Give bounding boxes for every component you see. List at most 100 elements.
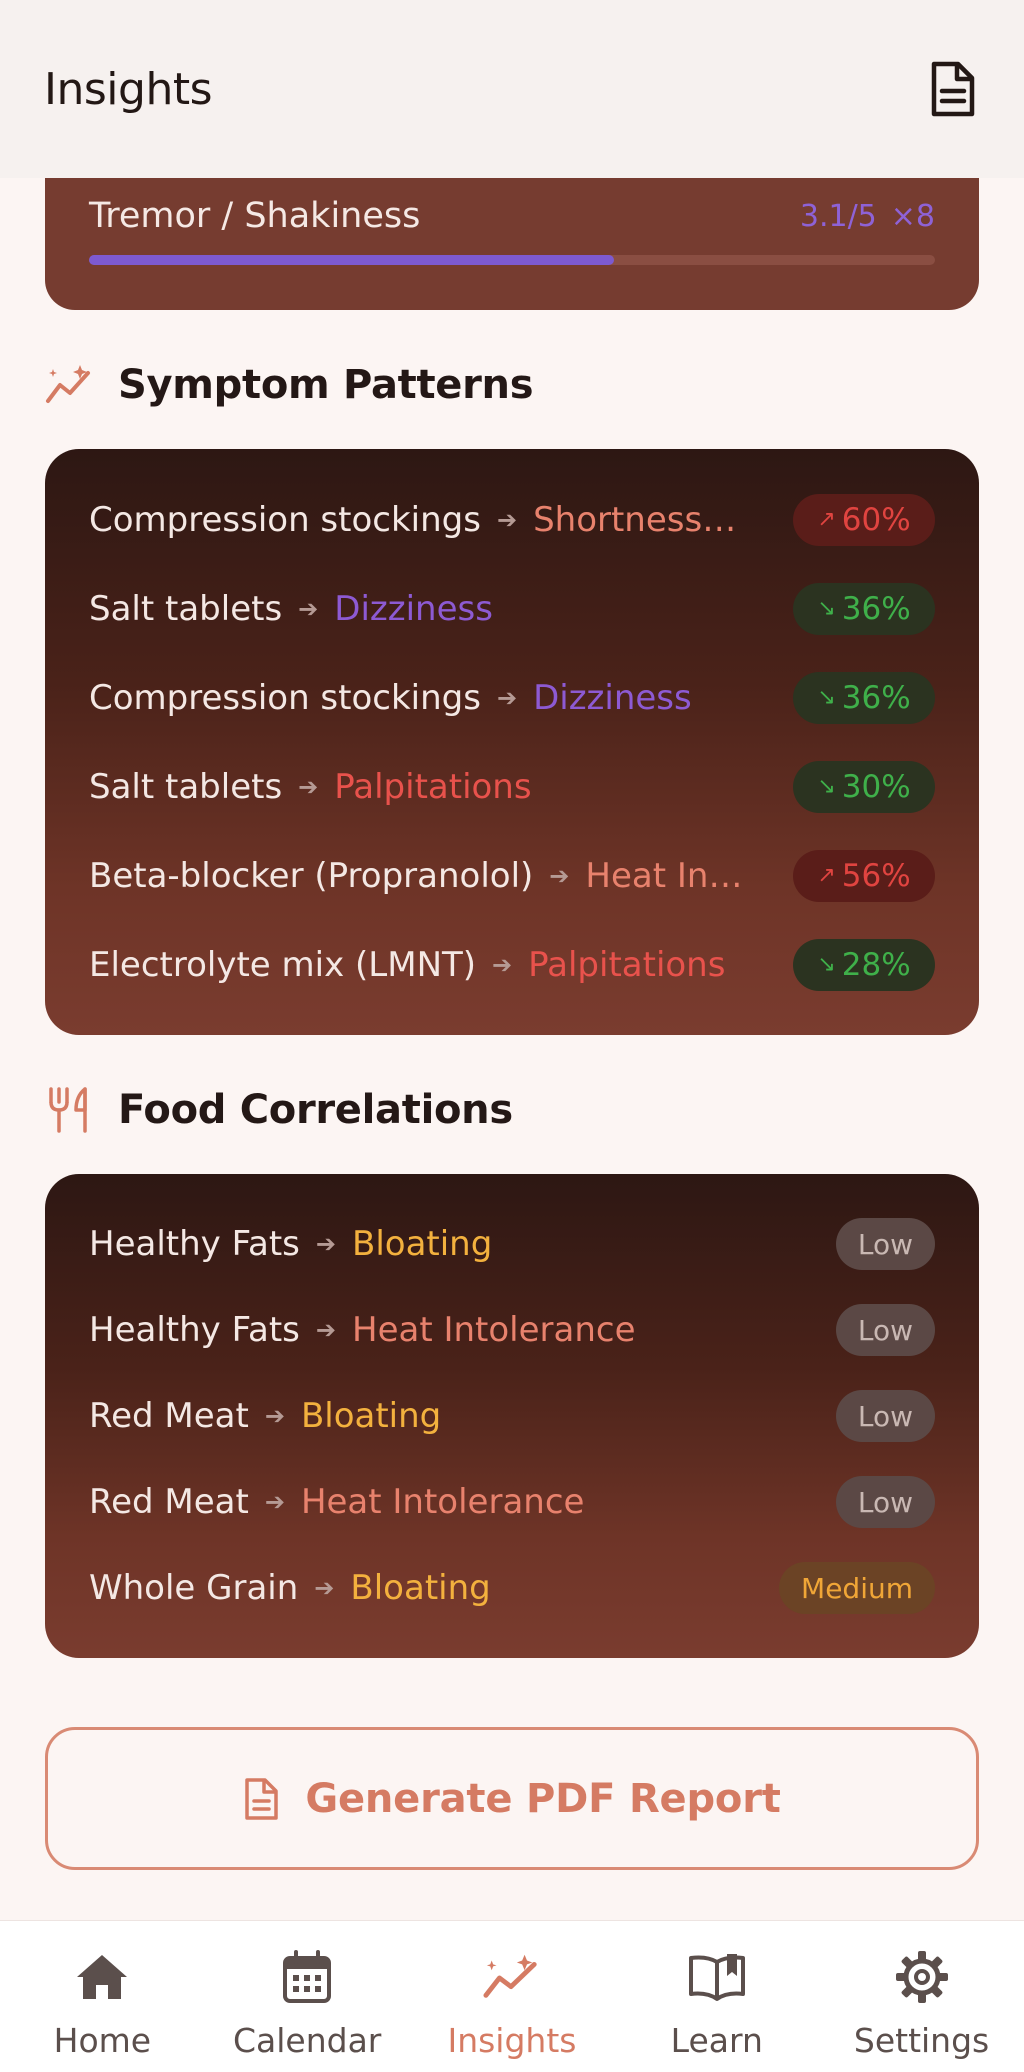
bottom-nav: Home Calendar Insights Learn Settings [0, 1920, 1024, 2072]
food-name: Healthy Fats [89, 1310, 300, 1350]
symptom-name: Shortness of breath [533, 499, 744, 540]
level-badge: Low [835, 1476, 935, 1528]
home-icon [72, 1949, 132, 2005]
arrow-right-icon: ➔ [315, 1230, 336, 1258]
correlation-value: 56% [841, 857, 911, 894]
fork-knife-icon [44, 1085, 94, 1135]
correlation-badge: ↗ 60% [793, 493, 935, 546]
trend-down-icon: ↘ [817, 596, 836, 621]
symptom-name: Bloating [300, 1396, 442, 1436]
symptom-name: Bloating [350, 1568, 491, 1608]
nav-label: Learn [670, 2021, 763, 2060]
symptom-name: Bloating [352, 1224, 493, 1264]
symptom-patterns-header: Symptom Patterns [44, 360, 534, 410]
medication-name: Electrolyte mix (LMNT) [89, 944, 477, 985]
correlation-badge: ↗ 56% [793, 849, 935, 902]
trend-down-icon: ↘ [817, 774, 836, 799]
nav-label: Settings [853, 2021, 990, 2060]
trend-up-icon: ↗ [817, 863, 836, 888]
nav-label: Calendar [232, 2021, 382, 2060]
symptom-name: Heat Intolerance [585, 855, 746, 896]
arrow-right-icon: ➔ [298, 772, 319, 801]
pattern-row[interactable]: Compression stockings ➔ Dizziness ↘ 36% [89, 653, 935, 742]
symptom-name: Dizziness [533, 677, 692, 718]
arrow-right-icon: ➔ [496, 683, 518, 712]
medication-name: Salt tablets [89, 588, 283, 629]
correlation-badge: ↘ 36% [793, 582, 935, 635]
arrow-right-icon: ➔ [264, 1402, 285, 1430]
correlation-value: 36% [841, 679, 911, 716]
nav-item-learn[interactable]: Learn [622, 1921, 812, 2060]
trend-up-icon: ↗ [817, 507, 836, 532]
trend-sparkle-icon [44, 360, 94, 410]
correlation-badge: ↘ 28% [793, 938, 935, 991]
tremor-severity-bar [89, 255, 935, 265]
tremor-score: 3.1/5 ×8 [800, 199, 935, 234]
nav-item-settings[interactable]: Settings [827, 1921, 1017, 2060]
arrow-right-icon: ➔ [298, 594, 319, 623]
symptom-name: Palpitations [334, 766, 532, 807]
nav-item-home[interactable]: Home [7, 1921, 197, 2060]
trend-down-icon: ↘ [817, 685, 836, 710]
food-name: Healthy Fats [89, 1224, 300, 1264]
nav-label: Insights [447, 2021, 577, 2060]
nav-label: Home [53, 2021, 152, 2060]
symptom-patterns-card: Compression stockings ➔ Shortness of breat… [45, 449, 979, 1035]
food-row[interactable]: Healthy Fats ➔ Bloating Low [89, 1201, 935, 1287]
arrow-right-icon: ➔ [264, 1488, 285, 1516]
correlation-value: 36% [841, 590, 911, 627]
correlation-badge: ↘ 36% [793, 671, 935, 724]
symptom-name: Dizziness [334, 588, 493, 629]
food-row[interactable]: Healthy Fats ➔ Heat Intolerance Low [89, 1287, 935, 1373]
correlation-badge: ↘ 30% [793, 760, 935, 813]
arrow-right-icon: ➔ [549, 861, 570, 890]
level-badge: Medium [779, 1562, 935, 1614]
symptom-name: Palpitations [528, 944, 726, 985]
document-icon[interactable] [924, 59, 980, 119]
book-icon [687, 1949, 747, 2005]
food-name: Red Meat [89, 1396, 249, 1436]
page-title: Insights [44, 63, 213, 115]
symptom-name: Heat Intolerance [352, 1310, 636, 1350]
pattern-row[interactable]: Beta-blocker (Propranolol) ➔ Heat Intolera… [89, 831, 935, 920]
level-badge: Low [835, 1390, 935, 1442]
food-row[interactable]: Whole Grain ➔ Bloating Medium [89, 1545, 935, 1631]
section-title: Symptom Patterns [118, 362, 534, 408]
level-badge: Low [835, 1304, 935, 1356]
generate-pdf-button[interactable]: Generate PDF Report [45, 1727, 979, 1870]
tremor-count: ×8 [890, 198, 935, 234]
generate-pdf-label: Generate PDF Report [305, 1775, 781, 1822]
pattern-row[interactable]: Compression stockings ➔ Shortness of breat… [89, 475, 935, 564]
nav-item-calendar[interactable]: Calendar [212, 1921, 402, 2060]
arrow-right-icon: ➔ [496, 505, 518, 534]
tremor-severity-fill [89, 255, 614, 265]
arrow-right-icon: ➔ [492, 950, 513, 979]
correlation-value: 30% [841, 768, 911, 805]
medication-name: Salt tablets [89, 766, 283, 807]
medication-name: Beta-blocker (Propranolol) [89, 855, 534, 896]
calendar-icon [277, 1949, 337, 2005]
trend-down-icon: ↘ [817, 952, 836, 977]
tremor-label: Tremor / Shakiness [89, 196, 421, 236]
arrow-right-icon: ➔ [314, 1574, 335, 1602]
food-row[interactable]: Red Meat ➔ Heat Intolerance Low [89, 1459, 935, 1545]
app-header: Insights [0, 0, 1024, 178]
gear-icon [892, 1949, 952, 2005]
pattern-row[interactable]: Salt tablets ➔ Palpitations ↘ 30% [89, 742, 935, 831]
pattern-row[interactable]: Electrolyte mix (LMNT) ➔ Palpitations ↘ 28% [89, 920, 935, 1009]
medication-name: Compression stockings [89, 499, 481, 540]
section-title: Food Correlations [118, 1087, 513, 1133]
food-name: Whole Grain [89, 1568, 299, 1608]
food-row[interactable]: Red Meat ➔ Bloating Low [89, 1373, 935, 1459]
food-name: Red Meat [89, 1482, 249, 1522]
tremor-row: Tremor / Shakiness 3.1/5 ×8 [89, 196, 935, 236]
pattern-row[interactable]: Salt tablets ➔ Dizziness ↘ 36% [89, 564, 935, 653]
level-badge: Low [835, 1218, 935, 1270]
insights-screen: Tremor / Shakiness 3.1/5 ×8 Insights Sym… [0, 0, 1024, 2072]
document-icon [243, 1777, 279, 1821]
arrow-right-icon: ➔ [315, 1316, 336, 1344]
tremor-score-value: 3.1/5 [799, 198, 877, 234]
food-correlations-header: Food Correlations [44, 1085, 513, 1135]
correlation-value: 60% [841, 501, 911, 538]
nav-item-insights[interactable]: Insights [417, 1921, 607, 2060]
